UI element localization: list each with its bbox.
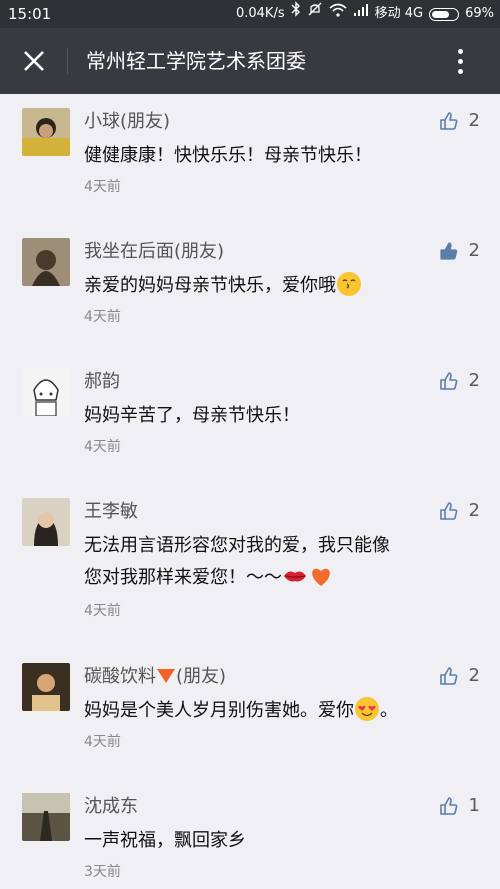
close-button[interactable] — [12, 39, 56, 83]
wifi-icon — [329, 0, 347, 28]
comment-item: 碳酸饮料 (朋友) 妈妈是个美人岁月别伤害她。爱你。 4天前 2 — [0, 649, 500, 779]
comment-nickname[interactable]: 碳酸饮料 (朋友) — [84, 665, 226, 689]
comment-time: 4天前 — [84, 603, 121, 619]
mute-icon — [307, 0, 323, 28]
title-divider — [67, 48, 68, 74]
heart-eyes-emoji — [355, 697, 379, 721]
comment-content: 健健康康！快快乐乐！母亲节快乐！ — [84, 145, 372, 166]
status-time: 15:01 — [8, 5, 52, 23]
comment-nickname[interactable]: 我坐在后面(朋友) — [84, 240, 224, 264]
orange-triangle-emoji — [157, 669, 175, 683]
like-count: 1 — [468, 795, 480, 816]
comment-item: 小球(朋友) 健健康康！快快乐乐！母亲节快乐！ 4天前 2 — [0, 94, 500, 224]
comment-nickname[interactable]: 小球(朋友) — [84, 110, 170, 134]
comment-time: 4天前 — [84, 179, 121, 195]
comment-item: 郝韵 妈妈辛苦了，母亲节快乐！ 4天前 2 — [0, 354, 500, 484]
thumbs-up-icon — [439, 796, 457, 815]
like-button[interactable]: 2 — [439, 665, 480, 686]
comment-time: 4天前 — [84, 439, 121, 455]
more-vertical-icon — [457, 48, 463, 54]
thumbs-up-icon — [439, 111, 457, 130]
avatar[interactable] — [22, 793, 70, 841]
more-button[interactable] — [438, 39, 482, 83]
comment-time: 3天前 — [84, 864, 121, 880]
status-bar: 15:01 0.04K/s 移动 4G 69% — [0, 0, 500, 28]
comment-content: 一声祝福，飘回家乡 — [84, 830, 246, 851]
avatar[interactable] — [22, 498, 70, 546]
title-bar: 常州轻工学院艺术系团委 — [0, 28, 500, 94]
avatar[interactable] — [22, 663, 70, 711]
comment-nickname[interactable]: 沈成东 — [84, 795, 138, 819]
page-title: 常州轻工学院艺术系团委 — [86, 49, 306, 73]
like-count: 2 — [468, 370, 480, 391]
like-button[interactable]: 2 — [439, 500, 480, 521]
lips-emoji — [284, 571, 306, 582]
carrier-label: 移动 4G — [374, 6, 424, 21]
thumbs-up-icon — [439, 666, 457, 685]
comment-content: 妈妈是个美人岁月别伤害她。爱你。 — [84, 695, 464, 727]
battery-percent: 69% — [465, 6, 494, 21]
comment-item: 王李敏 无法用言语形容您对我的爱，我只能像 您对我那样来爱您！～～ 4天前 2 — [0, 484, 500, 649]
battery-icon — [429, 7, 460, 21]
thumbs-up-icon — [439, 371, 457, 390]
avatar[interactable] — [22, 238, 70, 286]
bluetooth-icon — [291, 0, 301, 28]
comment-nickname[interactable]: 郝韵 — [84, 370, 120, 394]
avatar[interactable] — [22, 108, 70, 156]
like-count: 2 — [468, 110, 480, 131]
network-speed: 0.04K/s — [235, 6, 285, 21]
close-icon — [24, 51, 44, 71]
comment-time: 4天前 — [84, 734, 121, 750]
thumbs-up-icon — [439, 501, 457, 520]
comment-content: 无法用言语形容您对我的爱，我只能像 您对我那样来爱您！～～ — [84, 535, 390, 588]
like-button[interactable]: 2 — [439, 240, 480, 261]
orange-heart-emoji — [312, 568, 330, 586]
like-button[interactable]: 1 — [439, 795, 480, 816]
kissing-face-emoji — [337, 272, 361, 296]
like-button[interactable]: 2 — [439, 110, 480, 131]
status-right: 0.04K/s 移动 4G 69% — [236, 0, 494, 28]
comment-time: 4天前 — [84, 309, 121, 325]
avatar[interactable] — [22, 368, 70, 416]
signal-icon — [353, 0, 369, 28]
like-count: 2 — [468, 240, 480, 261]
thumbs-up-filled-icon — [439, 241, 457, 260]
comment-item: 我坐在后面(朋友) 亲爱的妈妈母亲节快乐，爱你哦 4天前 2 — [0, 224, 500, 354]
comment-content: 妈妈辛苦了，母亲节快乐！ — [84, 405, 300, 426]
like-count: 2 — [468, 500, 480, 521]
comment-content: 亲爱的妈妈母亲节快乐，爱你哦 — [84, 270, 464, 302]
like-count: 2 — [468, 665, 480, 686]
comment-item: 沈成东 一声祝福，飘回家乡 3天前 1 — [0, 779, 500, 889]
like-button[interactable]: 2 — [439, 370, 480, 391]
comment-nickname[interactable]: 王李敏 — [84, 500, 138, 524]
